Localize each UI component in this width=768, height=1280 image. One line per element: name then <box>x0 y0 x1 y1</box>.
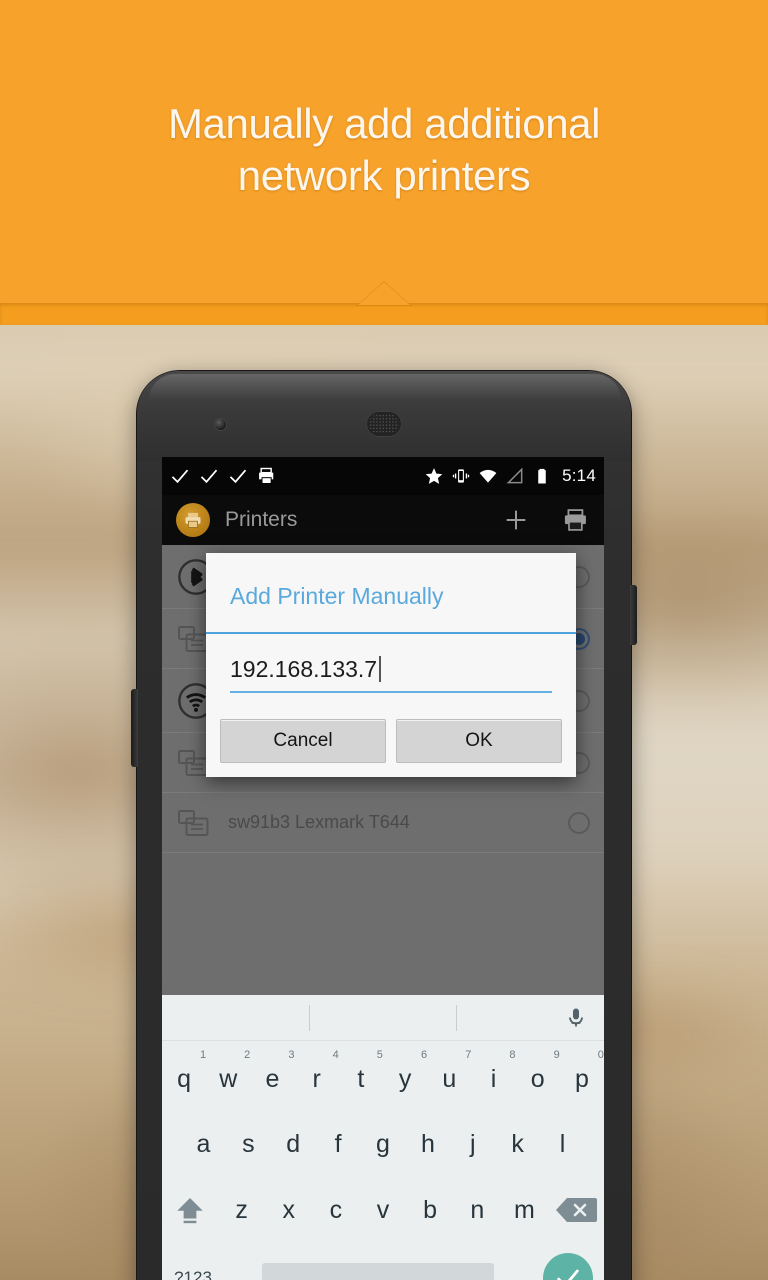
key-b[interactable]: b <box>407 1177 454 1243</box>
power-button[interactable] <box>630 585 637 645</box>
key-x[interactable]: x <box>265 1177 312 1243</box>
key-l[interactable]: l <box>540 1111 585 1177</box>
check-icon <box>171 469 189 484</box>
star-icon <box>425 468 443 484</box>
add-printer-dialog: Add Printer Manually 192.168.133.7 Cance… <box>206 553 576 777</box>
dialog-title: Add Printer Manually <box>206 553 576 634</box>
key-g[interactable]: g <box>361 1111 406 1177</box>
list-item-radio[interactable] <box>568 811 590 834</box>
symbols-key[interactable]: ?123 <box>162 1243 224 1280</box>
wifi-icon <box>479 469 497 483</box>
printer-icon[interactable] <box>562 506 590 534</box>
key-n[interactable]: n <box>454 1177 501 1243</box>
key-u[interactable]: 7u <box>427 1041 471 1111</box>
promo-banner: Manually add additional network printers <box>0 0 768 325</box>
status-bar: 5:14 <box>162 457 604 495</box>
printer-icon <box>185 512 201 528</box>
dialog-buttons: Cancel OK <box>206 719 576 777</box>
list-item-label: sw91b3 Lexmark T644 <box>228 812 410 832</box>
front-camera-icon <box>215 419 226 430</box>
suggestion-slot-2[interactable] <box>310 1005 457 1031</box>
keyboard-row-3: z x c v b n m <box>162 1177 604 1243</box>
keyboard-row-2: a s d f g h j k l <box>162 1111 604 1177</box>
earpiece-speaker <box>366 411 402 437</box>
cancel-button[interactable]: Cancel <box>220 719 386 763</box>
microphone-icon[interactable] <box>564 1006 588 1030</box>
promo-line-1: Manually add additional <box>167 100 601 147</box>
on-screen-keyboard: 1q 2w 3e 4r 5t 6y 7u 8i 9o 0p a s d f g <box>162 995 604 1280</box>
key-s[interactable]: s <box>226 1111 271 1177</box>
key-y[interactable]: 6y <box>383 1041 427 1111</box>
check-icon <box>200 469 218 484</box>
key-p[interactable]: 0p <box>560 1041 604 1111</box>
app-printer-logo <box>176 503 210 537</box>
check-icon <box>557 1269 579 1280</box>
key-v[interactable]: v <box>359 1177 406 1243</box>
printer-icon <box>178 809 209 836</box>
suggestion-bar <box>162 995 604 1041</box>
key-o[interactable]: 9o <box>516 1041 560 1111</box>
page-title: Printers <box>225 508 298 531</box>
status-bar-system-icons: 5:14 <box>424 466 596 486</box>
key-f[interactable]: f <box>316 1111 361 1177</box>
add-icon[interactable] <box>502 506 530 534</box>
key-d[interactable]: d <box>271 1111 316 1177</box>
check-icon <box>229 469 247 484</box>
promo-banner-text: Manually add additional network printers <box>0 98 768 202</box>
action-bar-buttons <box>502 506 590 534</box>
signal-icon <box>506 467 523 484</box>
volume-button[interactable] <box>131 689 138 767</box>
comma-key[interactable]: , <box>224 1243 262 1280</box>
key-t[interactable]: 5t <box>339 1041 383 1111</box>
text-caret <box>379 656 381 682</box>
key-h[interactable]: h <box>405 1111 450 1177</box>
keyboard-row-4: ?123 , . <box>162 1243 604 1280</box>
key-i[interactable]: 8i <box>471 1041 516 1111</box>
promo-banner-notch <box>358 282 410 305</box>
key-j[interactable]: j <box>450 1111 495 1177</box>
key-a[interactable]: a <box>181 1111 226 1177</box>
period-key[interactable]: . <box>494 1243 532 1280</box>
backspace-key[interactable] <box>548 1177 604 1243</box>
key-m[interactable]: m <box>501 1177 548 1243</box>
key-e[interactable]: 3e <box>250 1041 295 1111</box>
phone-gloss <box>149 374 621 400</box>
promo-banner-strip <box>0 303 768 325</box>
shift-key[interactable] <box>162 1177 218 1243</box>
printer-icon <box>259 467 274 484</box>
backspace-icon <box>555 1198 597 1222</box>
status-bar-notifications <box>170 466 277 486</box>
ip-address-value: 192.168.133.7 <box>230 656 378 682</box>
shift-icon <box>177 1197 203 1224</box>
phone-display: 5:14 Printers sw91b3 Lexmark T644 Add Pr… <box>162 457 604 1280</box>
promo-line-2: network printers <box>237 152 531 199</box>
battery-icon <box>538 468 546 484</box>
space-key[interactable] <box>262 1243 494 1280</box>
key-z[interactable]: z <box>218 1177 265 1243</box>
key-r[interactable]: 4r <box>295 1041 339 1111</box>
key-w[interactable]: 2w <box>206 1041 250 1111</box>
app-action-bar: Printers <box>162 495 604 545</box>
enter-key[interactable] <box>532 1253 604 1280</box>
phone-device: 5:14 Printers sw91b3 Lexmark T644 Add Pr… <box>131 370 637 1280</box>
list-item[interactable]: sw91b3 Lexmark T644 <box>162 793 604 853</box>
key-k[interactable]: k <box>495 1111 540 1177</box>
ok-button[interactable]: OK <box>396 719 562 763</box>
suggestion-slot-1[interactable] <box>162 1005 309 1031</box>
status-bar-clock: 5:14 <box>562 466 596 485</box>
vibrate-icon <box>452 469 470 483</box>
screenshot-root: Manually add additional network printers <box>0 0 768 1280</box>
keyboard-row-1: 1q 2w 3e 4r 5t 6y 7u 8i 9o 0p <box>162 1041 604 1111</box>
ip-address-input[interactable]: 192.168.133.7 <box>230 656 552 693</box>
dialog-body: 192.168.133.7 <box>206 634 576 719</box>
key-c[interactable]: c <box>312 1177 359 1243</box>
key-q[interactable]: 1q <box>162 1041 206 1111</box>
